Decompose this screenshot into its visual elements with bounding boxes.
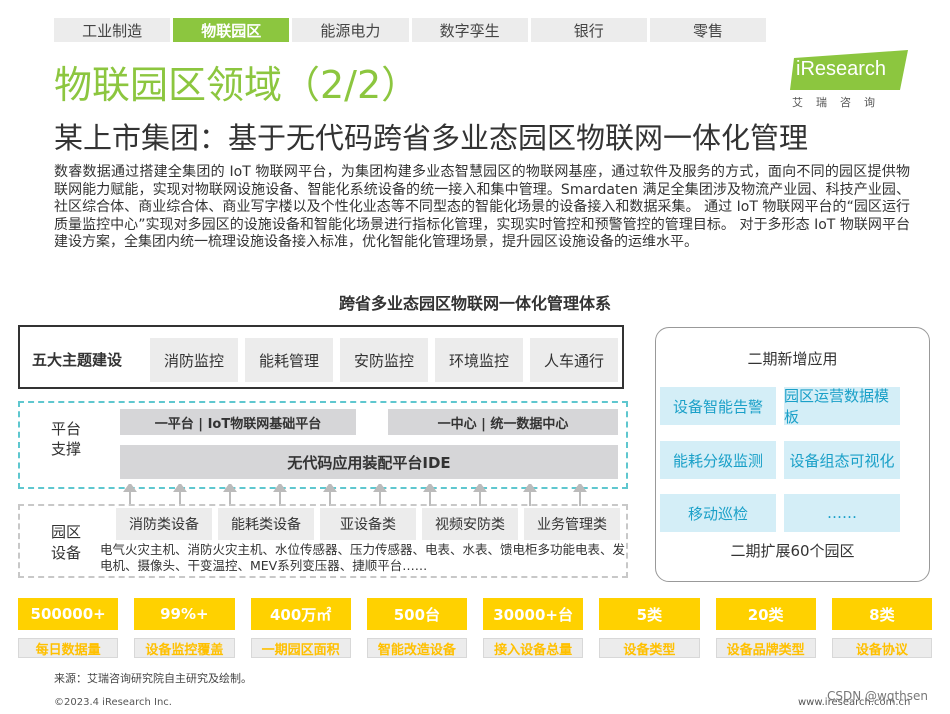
phase2-title: 二期新增应用 bbox=[747, 350, 838, 368]
stats-row: 500000+ 每日数据量 99%+ 设备监控覆盖 400万㎡一期园区面积 500台… bbox=[18, 598, 932, 658]
upward-arrows bbox=[123, 484, 587, 506]
stat-value: 8类 bbox=[831, 598, 932, 630]
device-business: 业务管理类 bbox=[524, 508, 620, 540]
app-energy-monitor: 能耗分级监测 bbox=[660, 441, 776, 479]
page-subtitle: 某上市集团：基于无代码跨省多业态园区物联网一体化管理 bbox=[54, 121, 809, 155]
iresearch-logo: iResearch 艾瑞咨询 bbox=[790, 50, 910, 110]
stat-label: 智能改造设备 bbox=[366, 638, 467, 658]
source-note: 来源：艾瑞咨询研究院自主研究及绘制。 bbox=[54, 672, 252, 685]
phase2-footer: 二期扩展60个园区 bbox=[730, 542, 855, 560]
stat-label: 设备监控覆盖 bbox=[134, 638, 235, 658]
iot-platform-box: 一平台 | IoT物联网基础平台 bbox=[120, 409, 356, 435]
ide-platform-box: 无代码应用装配平台IDE bbox=[120, 445, 618, 479]
themes-label: 五大主题建设 bbox=[32, 351, 123, 369]
stat-item: 500台智能改造设备 bbox=[366, 598, 467, 658]
stat-item: 20类设备品牌类型 bbox=[715, 598, 816, 658]
stat-value: 20类 bbox=[715, 598, 816, 630]
stat-item: 8类设备协议 bbox=[831, 598, 932, 658]
devices-description: 电气火灾主机、消防火灾主机、水位传感器、压力传感器、电表、水表、馈电柜多功能电表… bbox=[100, 542, 626, 573]
devices-section: 园区 设备 消防类设备 能耗类设备 亚设备类 视频安防类 业务管理类 电气火灾主… bbox=[18, 504, 628, 578]
stat-item: 5类设备类型 bbox=[599, 598, 700, 658]
stat-value: 500000+ bbox=[18, 598, 119, 630]
platform-section: 平台 支撑 一平台 | IoT物联网基础平台 一中心 | 统一数据中心 无代码应… bbox=[18, 401, 628, 489]
tab-iot-park[interactable]: 物联园区 bbox=[173, 18, 290, 42]
app-mobile-patrol: 移动巡检 bbox=[660, 494, 776, 532]
app-more: …… bbox=[784, 494, 900, 532]
tab-digital-twin[interactable]: 数字孪生 bbox=[411, 18, 528, 42]
themes-section: 五大主题建设 消防监控 能耗管理 安防监控 环境监控 人车通行 bbox=[18, 325, 624, 389]
watermark: CSDN @wqthsen bbox=[827, 689, 929, 703]
page-title: 物联园区领域（2/2） bbox=[54, 63, 420, 107]
theme-energy: 能耗管理 bbox=[245, 338, 333, 382]
stat-label: 设备类型 bbox=[599, 638, 700, 658]
stat-item: 99%+ 设备监控覆盖 bbox=[134, 598, 235, 658]
logo-subtitle: 艾瑞咨询 bbox=[792, 96, 888, 109]
app-visualization: 设备组态可视化 bbox=[784, 441, 900, 479]
theme-environment: 环境监控 bbox=[435, 338, 523, 382]
stat-value: 99%+ bbox=[134, 598, 235, 630]
theme-security: 安防监控 bbox=[340, 338, 428, 382]
stat-label: 接入设备总量 bbox=[483, 638, 584, 658]
device-sub: 亚设备类 bbox=[320, 508, 416, 540]
stat-label: 每日数据量 bbox=[18, 638, 119, 658]
stat-value: 30000+台 bbox=[483, 598, 584, 630]
devices-label: 园区 设备 bbox=[51, 523, 82, 562]
tab-bank[interactable]: 银行 bbox=[530, 18, 647, 42]
device-video: 视频安防类 bbox=[422, 508, 518, 540]
section-tabs: 工业制造 物联园区 能源电力 数字孪生 银行 零售 bbox=[54, 18, 767, 42]
stat-value: 500台 bbox=[366, 598, 467, 630]
stat-value: 400万㎡ bbox=[250, 598, 351, 630]
tab-energy[interactable]: 能源电力 bbox=[292, 18, 409, 42]
tab-industrial[interactable]: 工业制造 bbox=[54, 18, 171, 42]
logo-text: iResearch bbox=[796, 58, 887, 80]
stat-label: 一期园区面积 bbox=[250, 638, 351, 658]
stat-item: 400万㎡一期园区面积 bbox=[250, 598, 351, 658]
app-alarm: 设备智能告警 bbox=[660, 387, 776, 425]
stat-value: 5类 bbox=[599, 598, 700, 630]
data-center-box: 一中心 | 统一数据中心 bbox=[388, 409, 618, 435]
intro-paragraph: 数睿数据通过搭建全集团的 IoT 物联网平台，为集团构建多业态智慧园区的物联网基… bbox=[54, 164, 910, 251]
phase2-panel: 二期新增应用 设备智能告警 园区运营数据模板 能耗分级监测 设备组态可视化 移动… bbox=[655, 327, 930, 582]
device-energy: 能耗类设备 bbox=[218, 508, 314, 540]
stat-item: 30000+台接入设备总量 bbox=[483, 598, 584, 658]
diagram-title: 跨省多业态园区物联网一体化管理体系 bbox=[338, 294, 611, 313]
theme-fire: 消防监控 bbox=[150, 338, 238, 382]
app-data-template: 园区运营数据模板 bbox=[784, 387, 900, 426]
tab-retail[interactable]: 零售 bbox=[649, 18, 767, 42]
stat-label: 设备协议 bbox=[831, 638, 932, 658]
stat-label: 设备品牌类型 bbox=[715, 638, 816, 658]
theme-traffic: 人车通行 bbox=[530, 338, 618, 382]
copyright: ©2023.4 iResearch Inc. bbox=[54, 697, 172, 708]
device-fire: 消防类设备 bbox=[116, 508, 212, 540]
platform-label: 平台 支撑 bbox=[51, 420, 82, 458]
stat-item: 500000+ 每日数据量 bbox=[18, 598, 119, 658]
